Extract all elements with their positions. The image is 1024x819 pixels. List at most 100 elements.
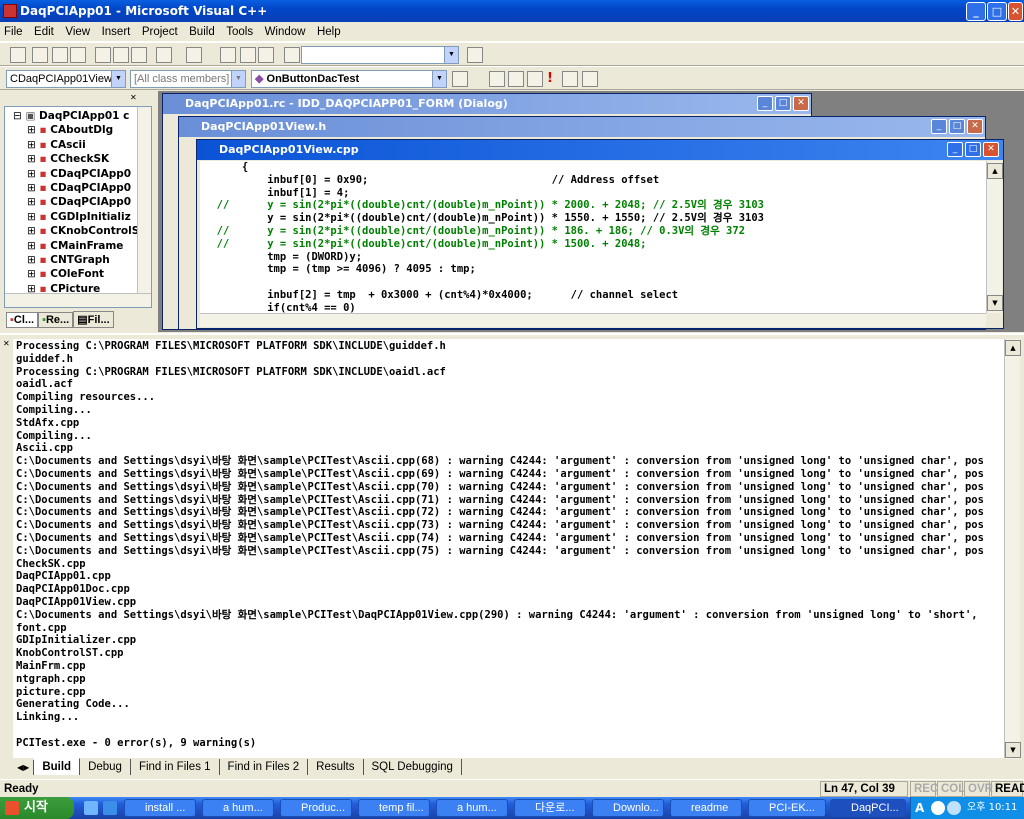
- ime-indicator[interactable]: A: [915, 797, 924, 819]
- tab-fileview[interactable]: ▤Fil...: [73, 311, 114, 328]
- menu-project[interactable]: Project: [138, 22, 182, 42]
- compile-icon[interactable]: [489, 71, 505, 87]
- members-combo[interactable]: [All class members] ▼: [130, 70, 246, 88]
- ie-icon[interactable]: [103, 801, 117, 815]
- rc-maximize-button[interactable]: □: [775, 96, 791, 111]
- header-minimize-button[interactable]: _: [931, 119, 947, 134]
- paste-icon[interactable]: [131, 47, 147, 63]
- task-button[interactable]: Produc...: [280, 799, 352, 817]
- redo-icon[interactable]: [186, 47, 202, 63]
- menu-window[interactable]: Window: [261, 22, 310, 42]
- cpp-minimize-button[interactable]: _: [947, 142, 963, 157]
- cpp-maximize-button[interactable]: □: [965, 142, 981, 157]
- menu-build[interactable]: Build: [185, 22, 219, 42]
- tree-item[interactable]: ⊞ ▪ CKnobControlS: [5, 224, 137, 238]
- tree-item[interactable]: ⊞ ▪ CDaqPCIApp0: [5, 195, 137, 209]
- menu-view[interactable]: View: [61, 22, 94, 42]
- copy-icon[interactable]: [113, 47, 129, 63]
- task-button[interactable]: Downlo...: [592, 799, 664, 817]
- menu-insert[interactable]: Insert: [98, 22, 135, 42]
- tab-find-in-files-1[interactable]: Find in Files 1: [131, 759, 220, 775]
- new-file-icon[interactable]: [10, 47, 26, 63]
- tree-root[interactable]: ⊟ ▣ DaqPCIApp01 c: [5, 109, 137, 123]
- output-vscrollbar[interactable]: ▲ ▼: [1004, 339, 1021, 759]
- task-button[interactable]: 다운로...: [514, 799, 586, 817]
- task-button[interactable]: readme: [670, 799, 742, 817]
- tab-resourceview[interactable]: ▪Re...: [38, 312, 74, 328]
- tree-item[interactable]: ⊞ ▪ CCheckSK: [5, 152, 137, 166]
- go-icon[interactable]: [562, 71, 578, 87]
- save-icon[interactable]: [52, 47, 68, 63]
- maximize-button[interactable]: □: [987, 2, 1007, 21]
- menu-tools[interactable]: Tools: [222, 22, 257, 42]
- start-button[interactable]: 시작: [0, 797, 74, 819]
- app-icon[interactable]: [3, 4, 17, 18]
- header-maximize-button[interactable]: □: [949, 119, 965, 134]
- tab-find-in-files-2[interactable]: Find in Files 2: [220, 759, 309, 775]
- code-editor[interactable]: { inbuf[0] = 0x90; // Address offset inb…: [200, 161, 986, 313]
- tab-classview[interactable]: ▪Cl...: [6, 312, 39, 328]
- task-button[interactable]: PCI-EK...: [748, 799, 826, 817]
- network-icon[interactable]: [947, 801, 961, 815]
- breakpoint-icon[interactable]: [582, 71, 598, 87]
- code-vscrollbar[interactable]: ▲ ▼: [986, 161, 1003, 313]
- minimize-button[interactable]: _: [966, 2, 986, 21]
- app-title-bar[interactable]: DaqPCIApp01 - Microsoft Visual C++: [0, 0, 1024, 22]
- tray-icon[interactable]: [931, 801, 945, 815]
- tree-item[interactable]: ⊞ ▪ CAboutDlg: [5, 123, 137, 137]
- stop-build-icon[interactable]: [527, 71, 543, 87]
- workspace-icon[interactable]: [220, 47, 236, 63]
- menu-edit[interactable]: Edit: [30, 22, 58, 42]
- task-button[interactable]: install ...: [124, 799, 196, 817]
- cut-icon[interactable]: [95, 47, 111, 63]
- output-scroll-up-arrow[interactable]: ▲: [1005, 340, 1021, 356]
- cpp-close-button[interactable]: ✕: [983, 142, 999, 157]
- tab-debug[interactable]: Debug: [80, 759, 131, 775]
- open-folder-icon[interactable]: [32, 47, 48, 63]
- output-icon[interactable]: [240, 47, 256, 63]
- rc-minimize-button[interactable]: _: [757, 96, 773, 111]
- code-hscrollbar[interactable]: [200, 313, 986, 327]
- build-output[interactable]: Processing C:\PROGRAM FILES\MICROSOFT PL…: [13, 339, 1005, 759]
- tab-results[interactable]: Results: [308, 759, 364, 775]
- rc-window-title[interactable]: DaqPCIApp01.rc - IDD_DAQPCIAPP01_FORM (D…: [163, 94, 811, 114]
- output-close-icon[interactable]: ✕: [3, 339, 10, 348]
- find-icon[interactable]: [467, 47, 483, 63]
- task-button[interactable]: a hum...: [202, 799, 274, 817]
- menu-help[interactable]: Help: [313, 22, 345, 42]
- class-combo[interactable]: CDaqPCIApp01View ▼: [6, 70, 126, 88]
- find-in-files-icon[interactable]: [284, 47, 300, 63]
- menu-file[interactable]: File: [0, 22, 27, 42]
- execute-icon[interactable]: !: [547, 71, 553, 86]
- tree-item[interactable]: ⊞ ▪ CAscii: [5, 138, 137, 152]
- function-combo[interactable]: ◆ OnButtonDacTest ▼: [251, 70, 447, 88]
- tree-item[interactable]: ⊞ ▪ CMainFrame: [5, 239, 137, 253]
- task-button[interactable]: temp fil...: [358, 799, 430, 817]
- output-scroll-down-arrow[interactable]: ▼: [1005, 742, 1021, 758]
- close-button[interactable]: ✕: [1008, 2, 1023, 21]
- quicklaunch-icon[interactable]: [84, 801, 98, 815]
- tree-item[interactable]: ⊞ ▪ COleFont: [5, 267, 137, 281]
- undo-icon[interactable]: [156, 47, 172, 63]
- tree-item[interactable]: ⊞ ▪ CGDIpInitializ: [5, 210, 137, 224]
- workspace-close-icon[interactable]: ✕: [130, 93, 150, 103]
- build-icon[interactable]: [508, 71, 524, 87]
- cpp-window-title[interactable]: DaqPCIApp01View.cpp: [197, 140, 1003, 160]
- save-all-icon[interactable]: [70, 47, 86, 63]
- tree-item[interactable]: ⊞ ▪ CDaqPCIApp0: [5, 181, 137, 195]
- scroll-down-arrow[interactable]: ▼: [987, 295, 1003, 311]
- window-list-icon[interactable]: [258, 47, 274, 63]
- tab-sql-debugging[interactable]: SQL Debugging: [364, 759, 462, 775]
- header-window-title[interactable]: DaqPCIApp01View.h: [179, 117, 985, 137]
- tab-build[interactable]: Build: [34, 758, 81, 775]
- task-button[interactable]: a hum...: [436, 799, 508, 817]
- workspace-hscrollbar[interactable]: [5, 293, 151, 307]
- task-button-active[interactable]: DaqPCI...: [830, 799, 906, 817]
- header-close-button[interactable]: ✕: [967, 119, 983, 134]
- rc-close-button[interactable]: ✕: [793, 96, 809, 111]
- tree-item[interactable]: ⊞ ▪ CNTGraph: [5, 253, 137, 267]
- find-combo[interactable]: ▼: [301, 46, 459, 64]
- wizard-action-icon[interactable]: [452, 71, 468, 87]
- workspace-vscrollbar[interactable]: [137, 107, 151, 293]
- tab-scroll-arrows[interactable]: ◀▶: [13, 760, 35, 775]
